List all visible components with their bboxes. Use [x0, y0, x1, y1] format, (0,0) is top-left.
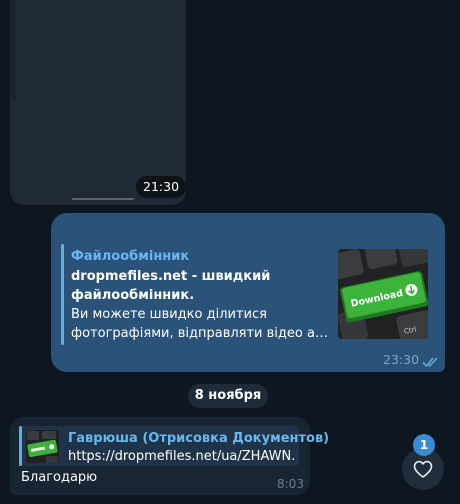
photo-message[interactable]: 21:30 [10, 0, 187, 205]
link-preview-accent-bar [61, 244, 64, 345]
link-preview-description: Ви можете швидко ділитися фотографіями, … [71, 305, 333, 343]
reply-accent-bar [19, 426, 22, 466]
outgoing-link-message[interactable]: Файлообмінник dropmefiles.net - швидкий … [51, 213, 445, 372]
photo-message-time: 21:30 [136, 176, 187, 198]
reply-link-text: https://dropmefiles.net/ua/ZHAWN... [68, 449, 296, 464]
reply-thumbnail [26, 430, 59, 463]
reply-sender-name: Гаврюша (Отрисовка Документов) [68, 431, 330, 446]
link-preview-site-name[interactable]: Файлообмінник [71, 249, 189, 264]
reply-preview[interactable]: Гаврюша (Отрисовка Документов) https://d… [19, 426, 329, 466]
incoming-message-text: Благодарю [21, 470, 98, 485]
link-preview-description-line1: Ви можете швидко ділитися [71, 307, 267, 322]
photo-caption-divider [72, 198, 134, 200]
incoming-message[interactable]: Гаврюша (Отрисовка Документов) https://d… [10, 417, 329, 495]
download-key-mini-image [26, 430, 59, 463]
double-check-icon [422, 353, 440, 372]
link-preview-description-line2: фотографіями, відправляти відео або пе..… [71, 326, 333, 341]
link-preview-title[interactable]: dropmefiles.net - швидкий файлообмінник. [71, 267, 331, 305]
date-divider: 8 ноября [188, 384, 268, 408]
heart-icon [413, 460, 433, 483]
photo-edge [10, 0, 16, 100]
incoming-message-time: 8:03 [277, 477, 304, 491]
download-key-image: Download Ctrl [338, 249, 428, 339]
unread-reactions-badge: 1 [413, 434, 435, 456]
outgoing-message-time: 23:30 [383, 352, 420, 367]
link-preview-thumbnail[interactable]: Download Ctrl [338, 249, 428, 339]
